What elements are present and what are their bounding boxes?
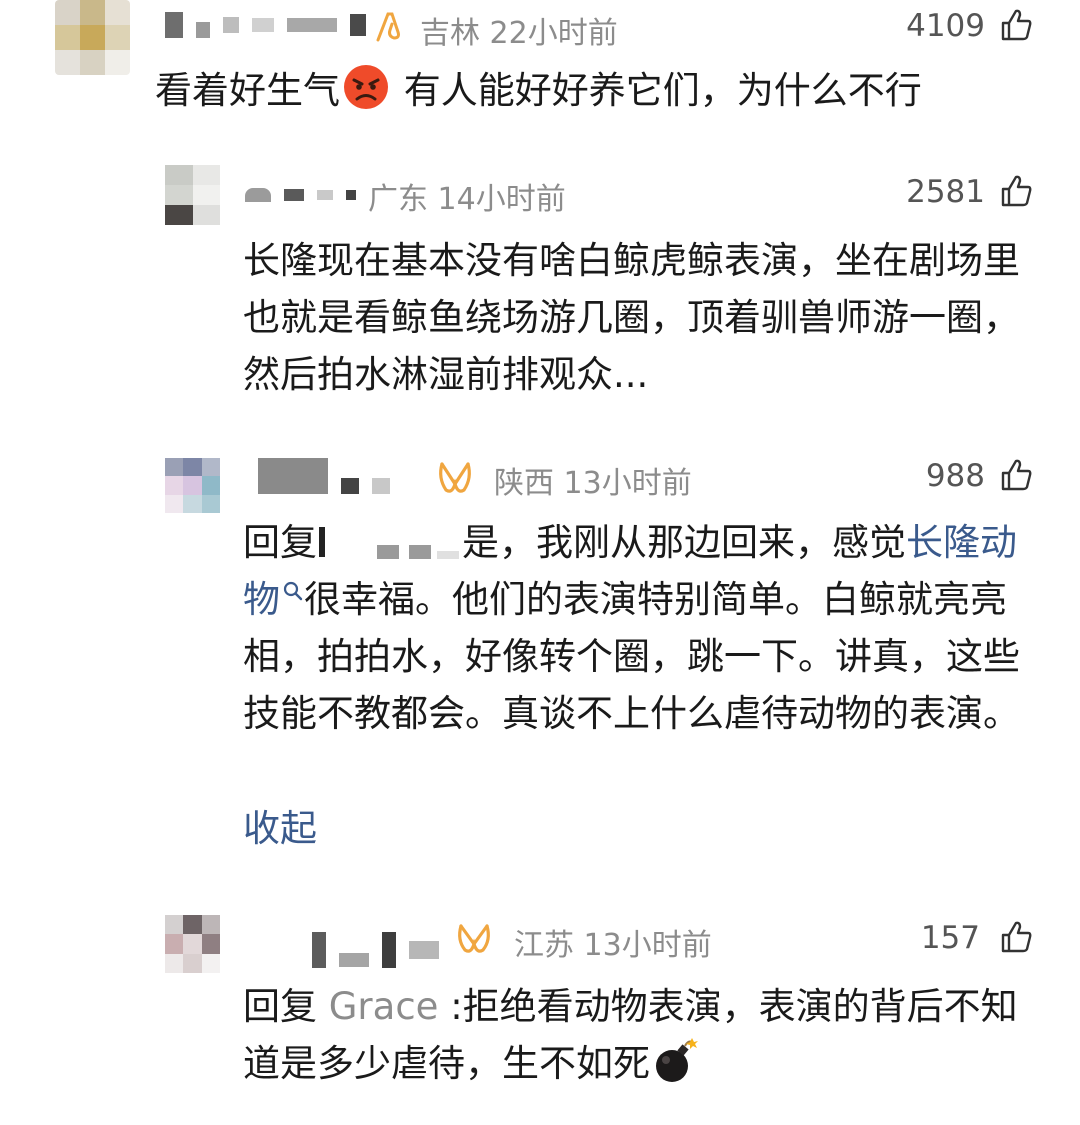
angry-face-icon — [344, 65, 388, 109]
collapse-button[interactable]: 收起 — [243, 800, 317, 857]
username-blurred[interactable] — [245, 184, 364, 203]
time-label: 22小时前 — [489, 16, 618, 51]
vip-badge-icon — [458, 924, 490, 953]
time-label: 13小时前 — [583, 928, 712, 963]
vip-badge-icon — [376, 12, 400, 42]
reply-target[interactable]: Grace — [329, 985, 439, 1028]
username-blurred[interactable] — [165, 12, 374, 38]
thumbs-up-icon[interactable] — [998, 7, 1034, 43]
like-count: 4109 — [906, 8, 985, 44]
region-label: 吉林 — [420, 16, 480, 51]
region-label: 广东 — [368, 182, 428, 217]
region-label: 陕西 — [494, 466, 554, 501]
vip-badge-icon — [439, 462, 471, 493]
reply-prefix: 回复 — [243, 521, 317, 564]
comment-text: 回复 Grace :拒绝看动物表演，表演的背后不知道是多少虐待，生不如死 — [243, 985, 1018, 1085]
reply-target-blurred[interactable] — [317, 521, 462, 561]
thumbs-up-icon[interactable] — [998, 173, 1034, 209]
comment-1: 吉林 22小时前 4109 看着好生气 有人能好好养它们，为什么不行 — [0, 0, 1080, 130]
avatar[interactable] — [165, 165, 220, 225]
comment-text: 回复 是，我刚从那边回来，感觉长隆动物 很幸福。他们的表演特别简单。白鲸就亮亮相… — [243, 521, 1020, 735]
avatar[interactable] — [55, 0, 130, 75]
time-label: 14小时前 — [437, 182, 566, 217]
username-blurred[interactable] — [312, 932, 447, 968]
like-count: 2581 — [906, 174, 985, 210]
like-count: 157 — [920, 920, 980, 956]
comment-4: 江苏 13小时前 157 回复 Grace :拒绝看动物表演，表演的背后不知道是… — [0, 910, 1080, 1110]
avatar[interactable] — [165, 458, 220, 513]
comment-3: 陕西 13小时前 988 回复 是，我刚从那边回来，感觉长隆动物 很幸福。他们的… — [0, 450, 1080, 870]
avatar[interactable] — [165, 915, 220, 973]
comment-meta: 吉林 22小时前 — [420, 8, 618, 52]
comment-2: 广东 14小时前 2581 长隆现在基本没有啥白鲸虎鲸表演，坐在剧场里也就是看鲸… — [0, 160, 1080, 410]
comment-meta: 陕西 13小时前 — [494, 458, 692, 502]
thumbs-up-icon[interactable] — [998, 457, 1034, 493]
region-label: 江苏 — [514, 928, 574, 963]
username-blurred[interactable] — [258, 458, 398, 494]
comment-meta: 广东 14小时前 — [368, 174, 566, 218]
comment-text: 长隆现在基本没有啥白鲸虎鲸表演，坐在剧场里也就是看鲸鱼绕场游几圈，顶着驯兽师游一… — [243, 239, 1020, 396]
time-label: 13小时前 — [563, 466, 692, 501]
comment-text: 看着好生气 有人能好好养它们，为什么不行 — [155, 62, 922, 119]
search-icon — [283, 581, 303, 601]
comment-meta: 江苏 13小时前 — [514, 920, 712, 964]
reply-prefix: 回复 — [243, 985, 317, 1028]
like-count: 988 — [925, 458, 985, 494]
thumbs-up-icon[interactable] — [998, 919, 1034, 955]
bomb-icon — [656, 1038, 698, 1082]
